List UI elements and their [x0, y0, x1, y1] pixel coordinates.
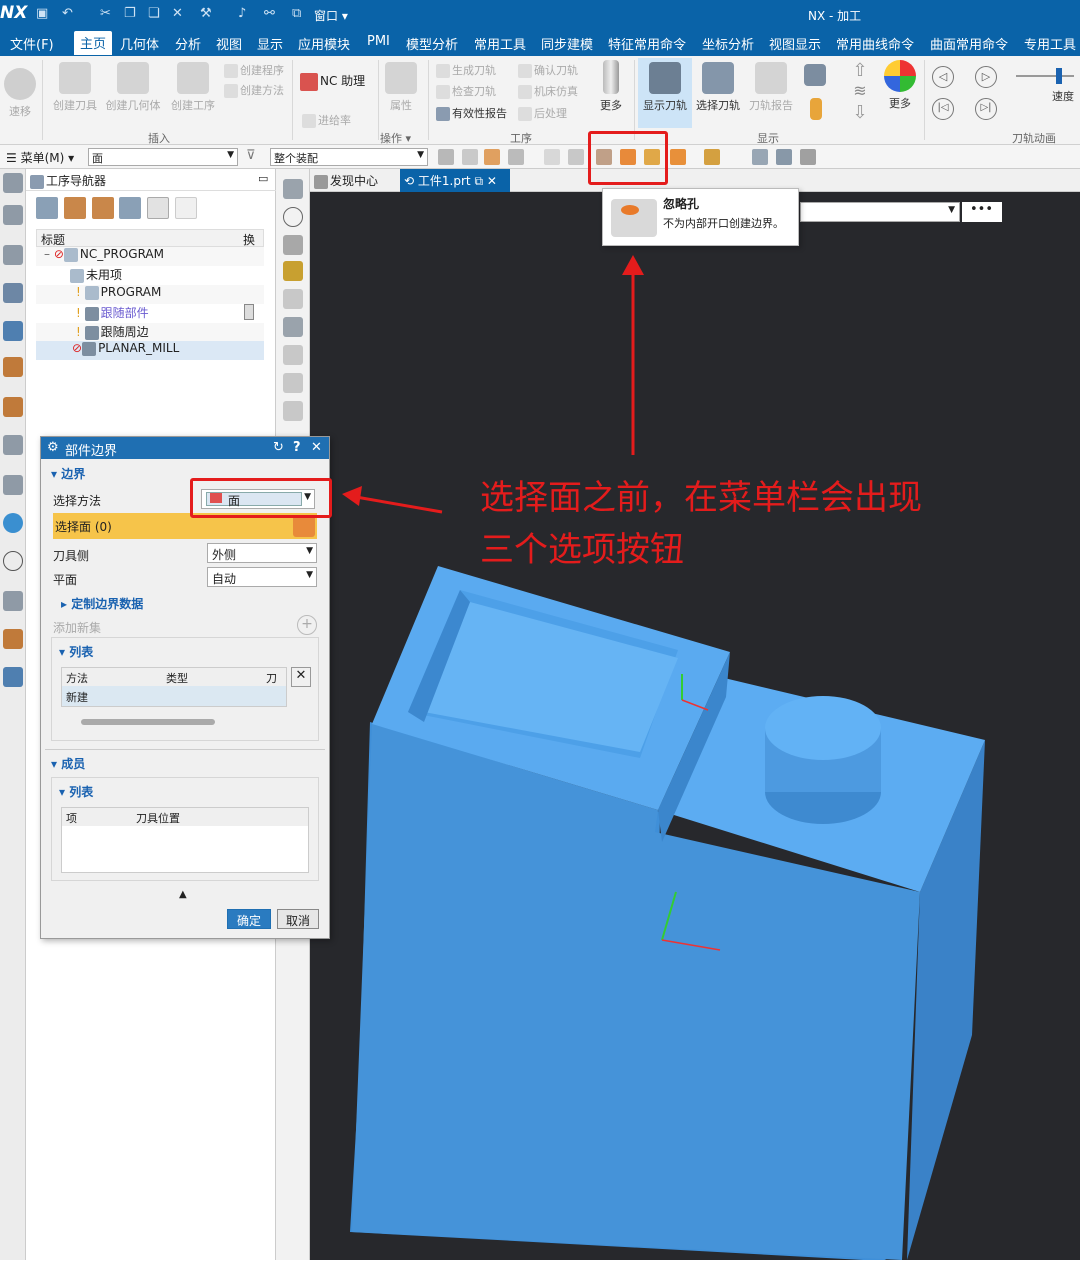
annotation-text-line2: 三个选项按钮 [480, 530, 684, 570]
annotation-arrows [342, 255, 644, 514]
annotation-text-line1: 选择面之前，在菜单栏会出现 [480, 478, 922, 518]
